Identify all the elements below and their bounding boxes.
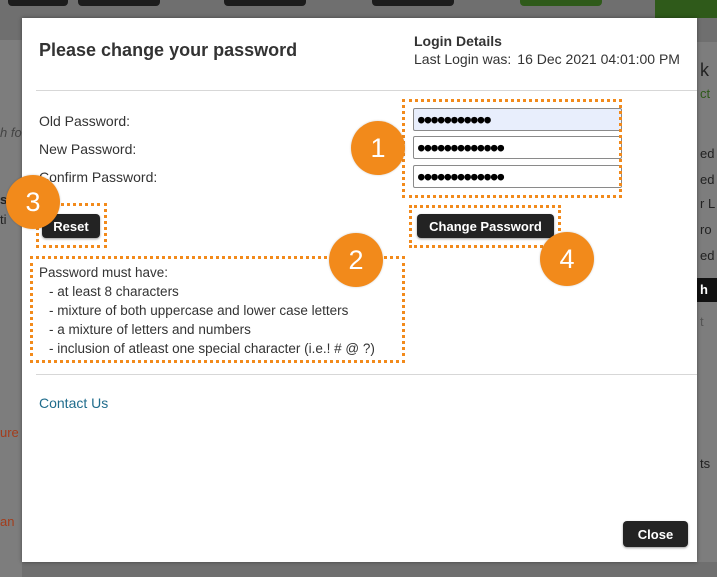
bg-text-fragment: an <box>0 514 15 529</box>
annotation-badge-4: 4 <box>540 232 594 286</box>
annotation-badge-1: 1 <box>351 121 405 175</box>
background-tab <box>78 0 160 6</box>
annotation-box-password-fields <box>402 99 622 198</box>
annotation-badge-2: 2 <box>329 233 383 287</box>
divider <box>36 90 697 91</box>
background-right-panel: k ct ed ed r L ro ed h t ts <box>697 42 717 562</box>
close-button[interactable]: Close <box>623 521 688 547</box>
confirm-password-label: Confirm Password: <box>39 169 158 185</box>
last-login-row: Last Login was: 16 Dec 2021 04:01:00 PM <box>414 51 680 67</box>
background-tab <box>520 0 602 6</box>
new-password-label: New Password: <box>39 141 137 157</box>
bg-text-fragment: ure <box>0 425 19 440</box>
bg-text-fragment: ct <box>700 86 711 101</box>
bg-text-fragment: ro <box>700 222 712 237</box>
bg-text-fragment: ed <box>700 248 715 263</box>
last-login-label: Last Login was: <box>414 51 512 67</box>
last-login-value: 16 Dec 2021 04:01:00 PM <box>517 51 680 67</box>
bg-text-fragment: ts <box>700 456 711 471</box>
bg-text-fragment: h <box>700 282 708 297</box>
login-details-heading: Login Details <box>414 33 502 49</box>
bg-text-fragment: h fo <box>0 125 22 140</box>
login-details: Login Details Last Login was: 16 Dec 2021… <box>414 33 680 67</box>
divider <box>36 374 697 375</box>
contact-us-link[interactable]: Contact Us <box>39 395 108 411</box>
annotation-badge-3: 3 <box>6 175 60 229</box>
background-left-panel: h fo s ti ure an <box>0 40 22 577</box>
bg-text-fragment: ed <box>700 146 715 161</box>
background-tab <box>372 0 454 6</box>
bg-text-fragment: r L <box>700 196 716 211</box>
background-header-bar <box>655 0 717 18</box>
old-password-label: Old Password: <box>39 113 131 129</box>
bg-text-fragment: ed <box>700 172 715 187</box>
annotation-box-change-password <box>409 205 561 248</box>
bg-text-fragment: k <box>700 60 709 80</box>
dialog-title: Please change your password <box>39 40 298 60</box>
bg-text-fragment: t <box>700 314 704 329</box>
background-tab <box>8 0 68 6</box>
bg-text-fragment: ti <box>0 212 7 227</box>
background-tab <box>224 0 306 6</box>
